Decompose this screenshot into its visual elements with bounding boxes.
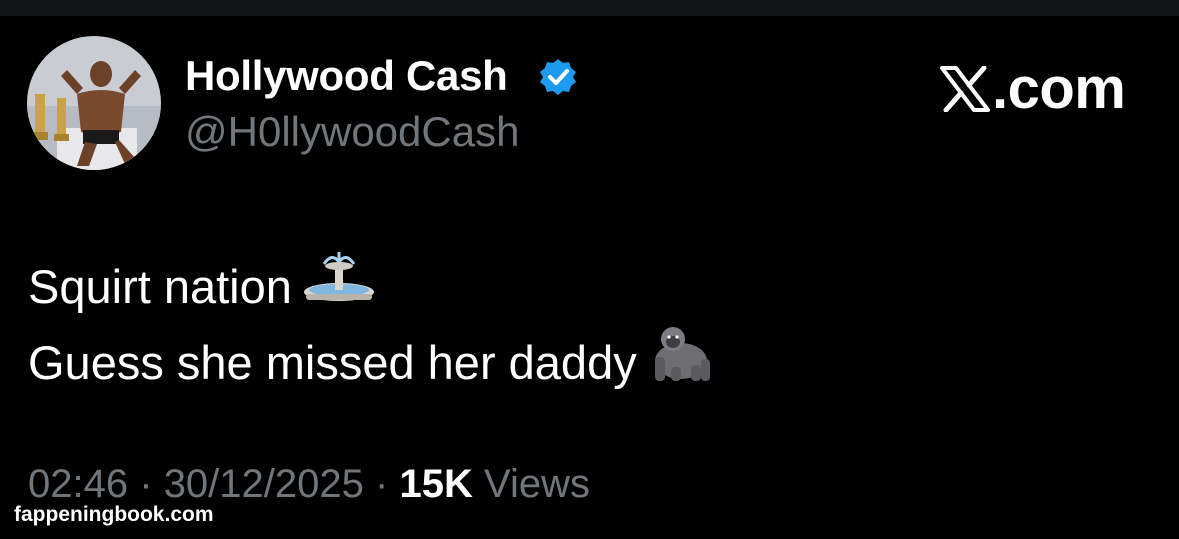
brand-logo: .com [940, 56, 1126, 121]
user-handle[interactable]: @H0llywoodCash [185, 108, 519, 156]
tweet-meta: 02:46 · 30/12/2025 · 15K Views [28, 462, 590, 507]
top-bar [0, 0, 1179, 16]
avatar[interactable] [27, 36, 161, 170]
tweet-text: Squirt nation Guess she missed her daddy [28, 250, 715, 402]
fountain-emoji [302, 250, 376, 323]
brand-text: .com [992, 56, 1126, 121]
views-count[interactable]: 15K [399, 462, 472, 506]
watermark: fappeningbook.com [14, 503, 214, 526]
verified-badge-icon[interactable] [538, 57, 578, 97]
tweet-line: Squirt nation [28, 250, 715, 323]
x-logo-icon [940, 66, 990, 112]
tweet-line-text: Guess she missed her daddy [28, 335, 637, 389]
meta-separator: · [139, 462, 153, 506]
tweet-date[interactable]: 30/12/2025 [164, 462, 364, 506]
meta-separator: · [375, 462, 389, 506]
tweet-time[interactable]: 02:46 [28, 462, 128, 506]
tweet-line-text: Squirt nation [28, 259, 292, 313]
tweet-line: Guess she missed her daddy [28, 323, 715, 402]
gorilla-emoji [647, 323, 715, 402]
display-name[interactable]: Hollywood Cash [185, 52, 508, 100]
views-label: Views [483, 462, 590, 506]
